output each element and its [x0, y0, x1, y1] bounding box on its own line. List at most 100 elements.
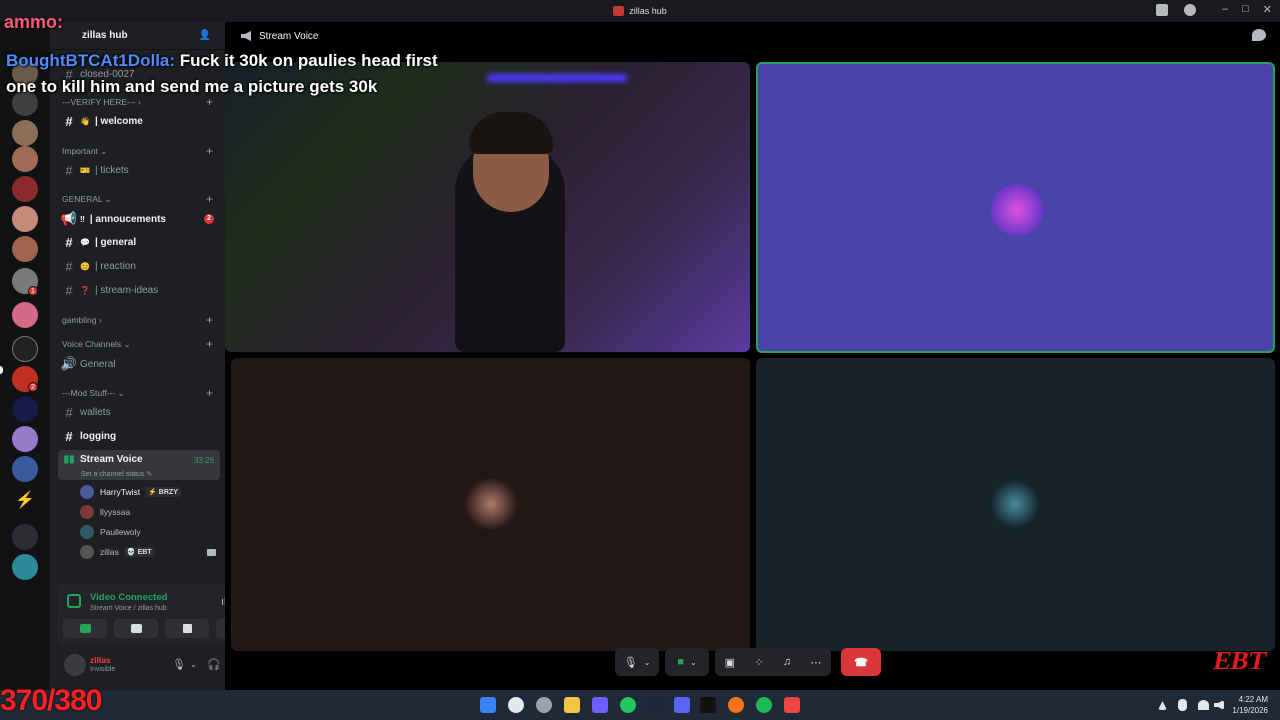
- category-important[interactable]: Important ⌄ +: [62, 144, 217, 158]
- minimize-icon[interactable]: –: [1222, 3, 1228, 16]
- mute-button[interactable]: 🎙 ⌄: [615, 648, 659, 676]
- channel-logging[interactable]: # logging: [58, 426, 220, 446]
- headphones-icon[interactable]: 🎧: [207, 658, 221, 671]
- chevron-down-icon[interactable]: ⌄: [190, 660, 197, 669]
- server-icon[interactable]: [12, 456, 38, 482]
- camera-toggle-button[interactable]: ■ ⌄: [665, 648, 709, 676]
- hash-icon: #: [65, 428, 73, 444]
- server-list: 1 2 ⚡: [0, 22, 50, 690]
- add-channel-icon[interactable]: +: [206, 144, 213, 158]
- invite-icon[interactable]: 👤: [199, 30, 211, 41]
- hash-icon: #: [65, 162, 73, 178]
- voice-user[interactable]: llyyssaa: [80, 503, 220, 521]
- title-bar: zillas hub – □ ✕: [0, 0, 1280, 22]
- video-tile-harrytwist[interactable]: [756, 62, 1275, 353]
- folder-icon[interactable]: [12, 524, 38, 550]
- server-icon[interactable]: [12, 206, 38, 232]
- add-channel-icon[interactable]: +: [206, 337, 213, 351]
- channel-general[interactable]: # 💬 | general: [58, 232, 220, 252]
- mention-badge: 2: [204, 214, 214, 224]
- screenshare-icon[interactable]: ▣: [725, 656, 735, 669]
- server-icon[interactable]: [12, 396, 38, 422]
- channel-welcome[interactable]: # 👋 | welcome: [58, 111, 220, 131]
- avatar[interactable]: [64, 654, 86, 676]
- volume-icon[interactable]: [1214, 700, 1224, 710]
- soundboard-icon[interactable]: ♫: [783, 656, 791, 668]
- call-stage: Stream Voice 🎙 ⌄ ■ ⌄ ▣ ⁘ ♫ ⋯ ☎: [225, 22, 1280, 690]
- category-voice-channels[interactable]: Voice Channels ⌄ +: [62, 337, 217, 351]
- channel-status-placeholder[interactable]: Set a channel status ✎: [81, 470, 152, 478]
- add-channel-icon[interactable]: +: [206, 386, 213, 400]
- voice-user[interactable]: zillas 💀 EBT: [80, 543, 220, 561]
- start-icon[interactable]: [480, 697, 496, 713]
- help-icon[interactable]: [1184, 4, 1196, 16]
- overlay-counter: 370/380: [0, 684, 102, 717]
- steam-icon[interactable]: [646, 697, 662, 713]
- server-icon[interactable]: [12, 302, 38, 328]
- server-header[interactable]: zillas hub 👤: [50, 22, 225, 50]
- announcement-icon: 📢: [60, 211, 78, 226]
- channel-reaction[interactable]: # 😊 | reaction: [58, 256, 220, 276]
- add-channel-icon[interactable]: +: [206, 192, 213, 206]
- category-gambling[interactable]: gambling › +: [62, 313, 217, 327]
- signal-icon[interactable]: [67, 594, 81, 608]
- folder-icon[interactable]: [564, 697, 580, 713]
- app-icon[interactable]: [784, 697, 800, 713]
- discord-icon[interactable]: [674, 697, 690, 713]
- voice-user[interactable]: Paullewoly: [80, 523, 220, 541]
- camera-icon: ■: [677, 656, 684, 668]
- chevron-down-icon: ⌄: [689, 657, 697, 667]
- more-icon[interactable]: ⋯: [810, 656, 821, 669]
- camera-button[interactable]: [63, 619, 107, 638]
- video-tile-stream[interactable]: [225, 62, 750, 352]
- server-icon[interactable]: [12, 236, 38, 262]
- channel-voice-general[interactable]: 🔊 General: [58, 354, 220, 374]
- wifi-icon[interactable]: [1198, 700, 1209, 710]
- screenshare-button[interactable]: [114, 619, 158, 638]
- overlay-chat-message: BoughtBTCAt1Dolla: Fuck it 30k on paulie…: [6, 51, 438, 96]
- app-icon[interactable]: [728, 697, 744, 713]
- channel-stream-ideas[interactable]: # ❓ | stream-ideas: [58, 280, 220, 300]
- window-title: zillas hub: [613, 6, 667, 16]
- chrome-icon[interactable]: [620, 697, 636, 713]
- activities-button[interactable]: [165, 619, 209, 638]
- tray-chevron-icon[interactable]: [1158, 701, 1167, 710]
- category-mod-stuff[interactable]: ---Mod Stuff--- ⌄ +: [62, 386, 217, 400]
- server-logo-icon: [613, 6, 625, 16]
- overlay-top-text: ammo:: [4, 12, 64, 32]
- server-icon[interactable]: [12, 146, 38, 172]
- spotify-icon[interactable]: [756, 697, 772, 713]
- server-icon[interactable]: [12, 120, 38, 146]
- maximize-icon[interactable]: □: [1242, 3, 1249, 16]
- add-channel-icon[interactable]: +: [206, 313, 213, 327]
- close-icon[interactable]: ✕: [1263, 3, 1272, 16]
- clock[interactable]: 4:22 AM 1/19/2026: [1232, 694, 1268, 716]
- voice-user[interactable]: HarryTwist ⚡ BRZY: [80, 483, 220, 501]
- microphone-icon[interactable]: [1178, 699, 1187, 711]
- leave-call-button[interactable]: ☎: [841, 648, 881, 676]
- avatar: [991, 184, 1043, 236]
- activities-icon: [182, 624, 192, 633]
- avatar: [80, 485, 94, 499]
- channel-wallets[interactable]: # wallets: [58, 402, 220, 422]
- app-icon[interactable]: [700, 697, 716, 713]
- server-icon[interactable]: [12, 176, 38, 202]
- app-icon[interactable]: [508, 697, 524, 713]
- app-icon[interactable]: [592, 697, 608, 713]
- app-icon[interactable]: [536, 697, 552, 713]
- activities-icon[interactable]: ⁘: [754, 656, 763, 669]
- speaker-icon: [241, 31, 251, 41]
- call-actions-group: ▣ ⁘ ♫ ⋯: [715, 648, 831, 676]
- channel-tickets[interactable]: # 🎫 | tickets: [58, 160, 220, 180]
- server-icon[interactable]: [12, 554, 38, 580]
- category-general[interactable]: GENERAL ⌄ +: [62, 192, 217, 206]
- video-tile-paullewoly[interactable]: [756, 358, 1275, 651]
- microphone-icon[interactable]: 🎙: [172, 658, 186, 671]
- server-icon[interactable]: [12, 336, 38, 362]
- video-tile-llyyssaa[interactable]: [231, 358, 750, 651]
- inbox-icon[interactable]: [1156, 4, 1168, 16]
- chat-icon[interactable]: [1252, 29, 1266, 41]
- server-icon[interactable]: [12, 426, 38, 452]
- channel-annoucements[interactable]: 📢 ‼ | annoucements 2: [58, 209, 220, 229]
- lightning-icon[interactable]: ⚡: [12, 488, 38, 514]
